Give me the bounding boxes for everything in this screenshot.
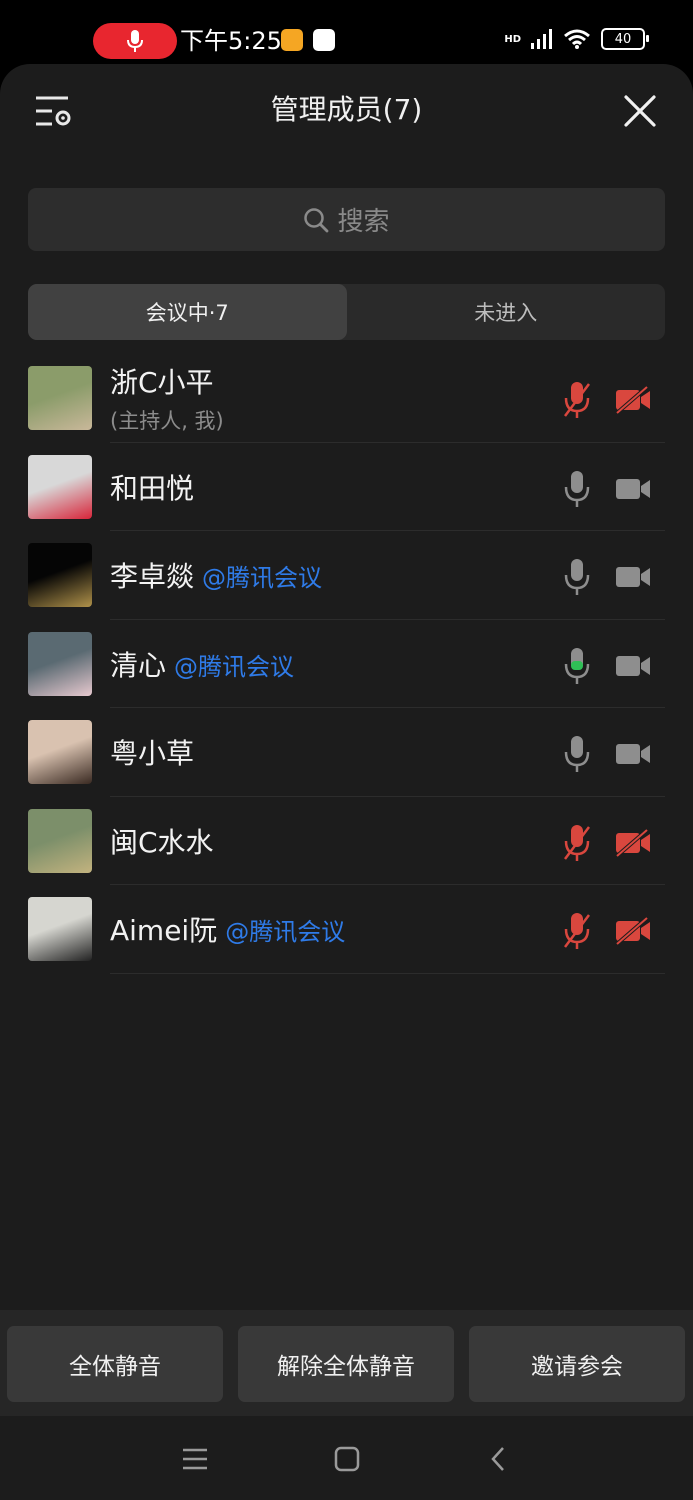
camera-icon[interactable]: [615, 475, 651, 507]
camera-off-icon[interactable]: [615, 385, 651, 418]
menu-icon[interactable]: [180, 1444, 210, 1474]
member-controls: [563, 646, 651, 690]
back-icon[interactable]: [484, 1444, 514, 1474]
mic-muted-icon[interactable]: [563, 911, 591, 955]
microphone-icon[interactable]: [563, 469, 591, 513]
battery-icon: 40: [601, 28, 649, 50]
camera-icon[interactable]: [615, 563, 651, 595]
avatar: [28, 543, 92, 607]
member-info: 和田悦: [110, 443, 194, 531]
member-controls: [563, 911, 651, 955]
member-row[interactable]: 浙C小平 (主持人, 我): [0, 354, 693, 443]
close-icon: [624, 95, 656, 127]
member-role: (主持人, 我): [110, 409, 224, 433]
member-name: 李卓燚: [110, 560, 195, 593]
member-row[interactable]: Aimei阮 @腾讯会议: [0, 885, 693, 974]
member-info: 清心 @腾讯会议: [110, 620, 294, 708]
camera-off-icon[interactable]: [615, 827, 651, 861]
signal-icon: [531, 29, 552, 49]
member-row[interactable]: 李卓燚 @腾讯会议: [0, 531, 693, 620]
mic-muted-icon[interactable]: [563, 380, 591, 424]
avatar: [28, 808, 92, 873]
recording-indicator[interactable]: [93, 23, 177, 59]
avatar: [28, 366, 92, 430]
avatar: [28, 720, 92, 784]
member-controls: [563, 823, 651, 867]
member-info: 李卓燚 @腾讯会议: [110, 531, 322, 619]
network-label: HD: [504, 33, 521, 45]
avatar: [28, 454, 92, 519]
member-row[interactable]: 清心 @腾讯会议: [0, 620, 693, 708]
mic-muted-icon[interactable]: [563, 823, 591, 867]
bottom-action-bar: 全体静音 解除全体静音 邀请参会: [0, 1310, 693, 1416]
member-source-tag: @腾讯会议: [202, 564, 323, 592]
header: 管理成员(7): [0, 64, 693, 154]
member-name: Aimei阮: [110, 914, 218, 947]
member-controls: [563, 380, 651, 424]
member-controls: [563, 557, 651, 601]
search-input[interactable]: 搜索: [28, 188, 665, 251]
tab-not-joined[interactable]: 未进入: [347, 284, 666, 340]
home-icon[interactable]: [332, 1444, 362, 1474]
member-controls: [563, 734, 651, 778]
avatar: [28, 631, 92, 696]
system-nav-bar: [0, 1416, 693, 1500]
avatar: [28, 897, 92, 961]
member-row[interactable]: 粤小草: [0, 708, 693, 797]
camera-icon[interactable]: [615, 652, 651, 684]
member-name: 和田悦: [110, 471, 195, 505]
microphone-icon: [127, 30, 143, 52]
member-info: 闽C水水: [110, 797, 214, 885]
wifi-icon: [564, 29, 590, 49]
unmute-all-button[interactable]: 解除全体静音: [238, 1326, 454, 1402]
microphone-icon[interactable]: [563, 557, 591, 601]
member-source-tag: @腾讯会议: [225, 918, 346, 946]
tab-in-meeting[interactable]: 会议中·7: [28, 284, 347, 340]
member-list: 浙C小平 (主持人, 我) 和田悦 李卓燚 @腾讯会议 清心 @腾讯会议 粤小草 闽C水水 Aim…: [0, 354, 693, 974]
member-name: 浙C小平: [110, 366, 214, 399]
member-info: 粤小草: [110, 708, 194, 796]
member-row[interactable]: 闽C水水: [0, 797, 693, 885]
status-time: 下午5:25: [180, 27, 282, 55]
member-name: 清心: [110, 648, 167, 682]
member-tabs: 会议中·7 未进入: [28, 284, 665, 340]
mute-all-button[interactable]: 全体静音: [7, 1326, 223, 1402]
member-management-sheet: 管理成员(7) 搜索 会议中·7 未进入 浙C小平 (主持人, 我) 和田悦 李卓燚 @…: [0, 64, 693, 1310]
status-bar: 下午5:25 HD 40: [0, 0, 693, 64]
search-placeholder: 搜索: [337, 207, 390, 237]
status-right: HD 40: [504, 28, 649, 50]
camera-off-icon[interactable]: [615, 916, 651, 949]
invite-button[interactable]: 邀请参会: [469, 1326, 685, 1402]
app-notification-icon: [281, 29, 303, 51]
member-controls: [563, 469, 651, 513]
close-button[interactable]: [623, 94, 657, 128]
member-name: 闽C水水: [110, 825, 214, 859]
microphone-icon[interactable]: [563, 734, 591, 778]
member-row[interactable]: 和田悦: [0, 443, 693, 531]
member-name: 粤小草: [110, 737, 195, 770]
member-source-tag: @腾讯会议: [174, 652, 295, 681]
chat-notification-icon: [313, 29, 335, 51]
divider: [110, 972, 665, 974]
member-info: Aimei阮 @腾讯会议: [110, 885, 345, 973]
camera-icon[interactable]: [615, 740, 651, 772]
microphone-icon[interactable]: [563, 646, 591, 690]
page-title: 管理成员(7): [270, 93, 423, 126]
member-info: 浙C小平 (主持人, 我): [110, 354, 224, 442]
search-icon: [304, 207, 329, 232]
